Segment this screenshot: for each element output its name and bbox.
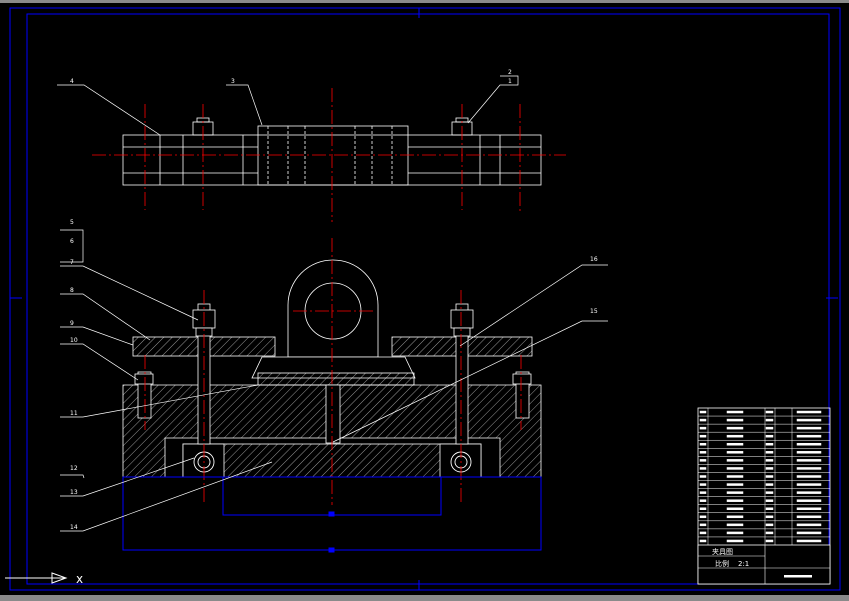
part-label-7: 7 bbox=[70, 259, 74, 266]
part-label-12: 12 bbox=[70, 465, 78, 472]
title-block: 夹具图 比例 2:1 bbox=[697, 407, 831, 585]
scale-value: 2:1 bbox=[738, 560, 749, 568]
part-label-10: 10 bbox=[70, 337, 78, 344]
part-label-11: 11 bbox=[70, 410, 78, 417]
part-label-4: 4 bbox=[70, 78, 74, 85]
assembly-title: 夹具图 bbox=[712, 547, 733, 556]
top-view-center-lines bbox=[92, 88, 566, 222]
window-bottom-strip bbox=[0, 595, 849, 601]
part-label-6: 6 bbox=[70, 238, 74, 245]
part-label-14: 14 bbox=[70, 524, 78, 531]
part-label-16: 16 bbox=[590, 256, 598, 263]
scale-label: 比例 bbox=[715, 559, 729, 568]
drawing-frame bbox=[9, 7, 841, 591]
part-label-5: 5 bbox=[70, 219, 74, 226]
window-top-strip bbox=[0, 0, 849, 3]
part-label-15: 15 bbox=[590, 308, 598, 315]
part-label-2: 2 bbox=[508, 69, 512, 76]
part-label-8: 8 bbox=[70, 287, 74, 294]
cad-drawing-canvas[interactable]: 2 1 3 4 5 6 7 8 9 10 11 12 13 14 15 16 夹… bbox=[0, 0, 849, 601]
part-label-9: 9 bbox=[70, 320, 74, 327]
part-label-1: 1 bbox=[508, 78, 512, 85]
command-hint: x bbox=[76, 572, 83, 586]
part-label-13: 13 bbox=[70, 489, 78, 496]
part-label-3: 3 bbox=[231, 78, 235, 85]
